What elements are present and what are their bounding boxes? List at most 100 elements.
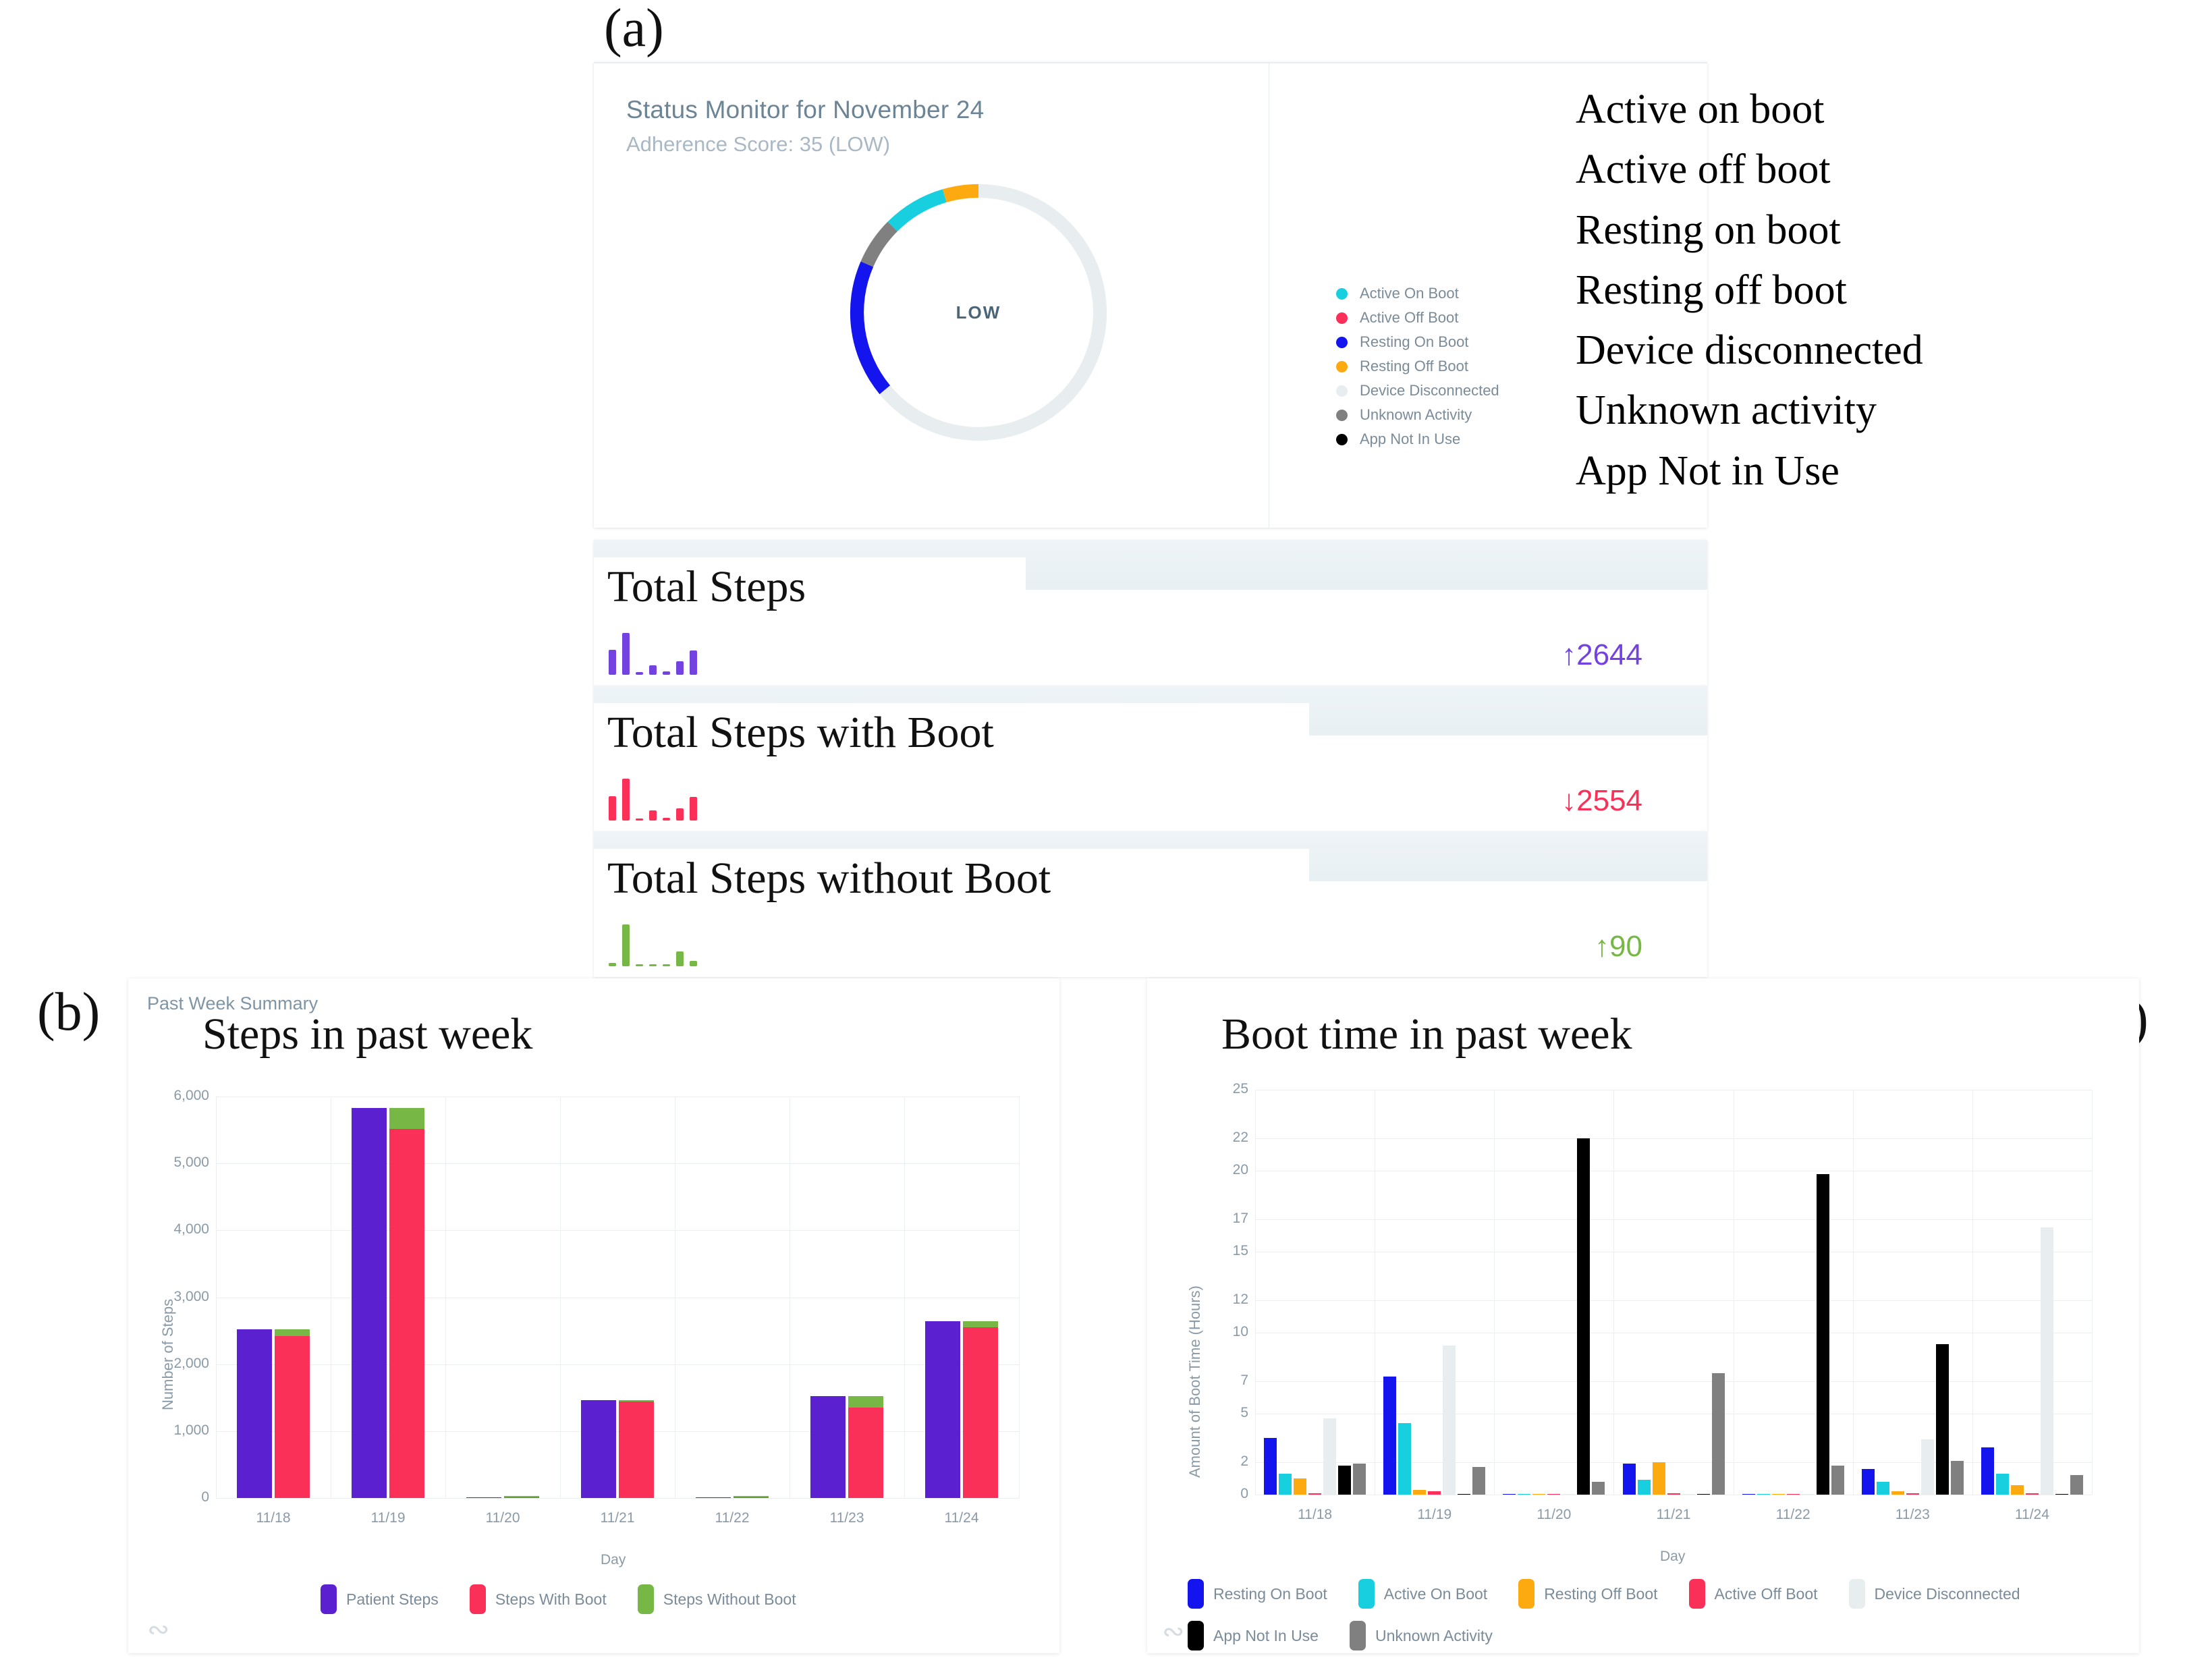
bar-device-disconnected[interactable] — [1920, 1439, 1934, 1495]
bar-active-on-boot[interactable] — [1995, 1473, 2009, 1495]
bar-app-not-in-use[interactable] — [1577, 1138, 1591, 1495]
legend-item-active-on-boot[interactable]: Active On Boot — [1358, 1579, 1487, 1609]
bar-steps-without-boot[interactable] — [389, 1107, 424, 1129]
bar-patient-steps[interactable] — [352, 1107, 387, 1498]
legend-item-device-disconnected[interactable]: Device Disconnected — [1848, 1579, 2020, 1609]
bar-device-disconnected[interactable] — [1443, 1346, 1456, 1495]
bar-resting-off-boot[interactable] — [1771, 1493, 1785, 1495]
bar-active-off-boot[interactable] — [2025, 1493, 2039, 1495]
bar-resting-off-boot[interactable] — [1413, 1489, 1427, 1495]
bar-device-disconnected[interactable] — [1801, 1493, 1815, 1495]
bar-steps-with-boot[interactable] — [504, 1497, 539, 1498]
bar-patient-steps[interactable] — [581, 1400, 616, 1498]
adherence-donut-chart[interactable]: LOW — [817, 161, 1140, 464]
bar-steps-with-boot[interactable] — [389, 1128, 424, 1498]
bar-patient-steps[interactable] — [466, 1497, 501, 1498]
bar-steps-with-boot[interactable] — [619, 1402, 654, 1498]
bar-active-off-boot[interactable] — [1547, 1493, 1561, 1495]
bar-active-off-boot[interactable] — [1667, 1493, 1680, 1495]
legend-item-resting-on-boot[interactable]: Resting On Boot — [1336, 330, 1499, 354]
legend-item-steps-with-boot[interactable]: Steps With Boot — [469, 1584, 607, 1614]
legend-item-patient-steps[interactable]: Patient Steps — [321, 1584, 439, 1614]
bar-resting-off-boot[interactable] — [1652, 1462, 1665, 1495]
bar-steps-without-boot[interactable] — [848, 1396, 883, 1408]
y-axis-tick: 0 — [201, 1489, 209, 1505]
bar-resting-off-boot[interactable] — [2010, 1485, 2024, 1495]
bar-steps-with-boot[interactable] — [275, 1336, 310, 1498]
bar-device-disconnected[interactable] — [1323, 1418, 1337, 1495]
legend-item-steps-without-boot[interactable]: Steps Without Boot — [637, 1584, 796, 1614]
bar-unknown-activity[interactable] — [1472, 1467, 1486, 1495]
bar-active-off-boot[interactable] — [1786, 1493, 1800, 1495]
bar-resting-off-boot[interactable] — [1532, 1493, 1546, 1495]
legend-item-resting-off-boot[interactable]: Resting Off Boot — [1518, 1579, 1658, 1609]
bar-device-disconnected[interactable] — [1562, 1493, 1576, 1495]
bar-app-not-in-use[interactable] — [1338, 1465, 1352, 1495]
legend-item-active-off-boot[interactable]: Active Off Boot — [1688, 1579, 1818, 1609]
legend-item-device-disconnected[interactable]: Device Disconnected — [1336, 379, 1499, 403]
legend-item-app-not-in-use[interactable]: App Not In Use — [1336, 427, 1499, 451]
bar-app-not-in-use[interactable] — [1935, 1343, 1949, 1495]
metric-value-total-steps-with-boot: ↓2554 — [1561, 784, 1642, 817]
bar-active-on-boot[interactable] — [1398, 1423, 1412, 1495]
x-axis-tick: 11/18 — [1298, 1507, 1333, 1522]
bar-steps-without-boot[interactable] — [619, 1400, 654, 1402]
bar-resting-on-boot[interactable] — [1264, 1438, 1277, 1495]
legend-item-app-not-in-use[interactable]: App Not In Use — [1188, 1621, 1319, 1651]
steps-chart-plot[interactable] — [216, 1097, 1020, 1499]
legend-item-resting-off-boot[interactable]: Resting Off Boot — [1336, 354, 1499, 379]
bar-active-on-boot[interactable] — [1518, 1493, 1531, 1495]
bar-unknown-activity[interactable] — [1353, 1464, 1366, 1495]
bar-app-not-in-use[interactable] — [1458, 1493, 1471, 1495]
boot-time-chart-plot[interactable] — [1255, 1090, 2093, 1495]
bar-app-not-in-use[interactable] — [1816, 1173, 1829, 1495]
bar-unknown-activity[interactable] — [1831, 1465, 1844, 1495]
bar-resting-on-boot[interactable] — [1861, 1468, 1875, 1495]
bar-unknown-activity[interactable] — [2070, 1475, 2083, 1495]
bar-active-off-boot[interactable] — [1428, 1491, 1441, 1495]
bar-steps-without-boot[interactable] — [504, 1496, 539, 1497]
bar-steps-with-boot[interactable] — [848, 1408, 883, 1498]
bar-device-disconnected[interactable] — [1682, 1493, 1695, 1495]
bar-unknown-activity[interactable] — [1592, 1481, 1605, 1495]
annotation-text: Active off boot — [1576, 146, 1831, 193]
bar-resting-off-boot[interactable] — [1294, 1478, 1307, 1495]
bar-resting-on-boot[interactable] — [1503, 1493, 1516, 1495]
bar-patient-steps[interactable] — [810, 1396, 846, 1498]
legend-color-dot — [1336, 433, 1348, 445]
legend-item-active-on-boot[interactable]: Active On Boot — [1336, 281, 1499, 306]
bar-resting-on-boot[interactable] — [1383, 1376, 1397, 1495]
bar-app-not-in-use[interactable] — [2055, 1493, 2068, 1495]
bar-active-on-boot[interactable] — [1757, 1493, 1770, 1495]
bar-steps-without-boot[interactable] — [734, 1496, 769, 1497]
bar-active-on-boot[interactable] — [1637, 1480, 1651, 1495]
bar-resting-on-boot[interactable] — [1622, 1464, 1636, 1495]
bar-patient-steps[interactable] — [925, 1321, 960, 1498]
sparkline-bar — [676, 808, 684, 821]
bar-active-off-boot[interactable] — [1906, 1493, 1919, 1495]
bar-steps-with-boot[interactable] — [734, 1497, 769, 1498]
legend-item-unknown-activity[interactable]: Unknown Activity — [1336, 403, 1499, 427]
bar-unknown-activity[interactable] — [1950, 1460, 1964, 1495]
legend-color-swatch — [1848, 1579, 1865, 1609]
bar-patient-steps[interactable] — [696, 1497, 731, 1498]
bar-steps-without-boot[interactable] — [275, 1329, 310, 1337]
bar-unknown-activity[interactable] — [1711, 1373, 1725, 1495]
bar-resting-on-boot[interactable] — [1742, 1493, 1755, 1495]
bar-active-off-boot[interactable] — [1308, 1493, 1322, 1495]
bar-device-disconnected[interactable] — [2040, 1227, 2053, 1495]
legend-item-unknown-activity[interactable]: Unknown Activity — [1349, 1621, 1493, 1651]
bar-active-on-boot[interactable] — [1279, 1473, 1292, 1495]
bar-resting-on-boot[interactable] — [1981, 1447, 1994, 1495]
bar-patient-steps[interactable] — [237, 1329, 272, 1498]
bar-steps-with-boot[interactable] — [963, 1327, 998, 1498]
bar-app-not-in-use[interactable] — [1696, 1493, 1710, 1495]
legend-item-label: Resting Off Boot — [1360, 358, 1469, 375]
legend-item-active-off-boot[interactable]: Active Off Boot — [1336, 306, 1499, 330]
steps-chart-y-axis-title: Number of Steps — [159, 1298, 176, 1410]
bar-resting-off-boot[interactable] — [1891, 1491, 1904, 1495]
sparkline-bar — [690, 796, 697, 821]
bar-active-on-boot[interactable] — [1876, 1481, 1889, 1495]
legend-item-resting-on-boot[interactable]: Resting On Boot — [1188, 1579, 1327, 1609]
bar-steps-without-boot[interactable] — [963, 1321, 998, 1328]
